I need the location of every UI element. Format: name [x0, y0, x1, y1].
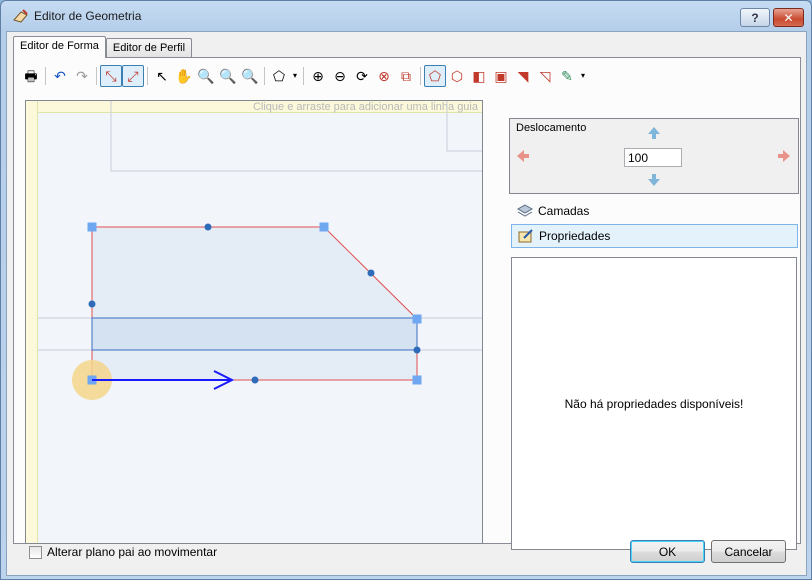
fillet-icon[interactable]: ◹ [534, 65, 556, 87]
properties-area: Não há propriedades disponíveis! [511, 257, 797, 550]
vertex-handle[interactable] [319, 222, 329, 232]
dropdown-arrow-icon[interactable]: ▾ [578, 65, 588, 87]
midpoint-node[interactable] [251, 376, 259, 384]
zoom-fit-icon[interactable]: 🔍 [239, 65, 261, 87]
ok-button[interactable]: OK [630, 540, 705, 563]
properties-panel-header[interactable]: Propriedades [511, 224, 798, 248]
midpoint-node[interactable] [204, 223, 212, 231]
shape-editor-panel: 🖶 ↶ ↷ ⤡ ⤢ ↖ ✋ 🔍 🔍 🔍 ⬠ ▾ ⊕ ⊖ ⟳ ⊗ ⧉ ⬠ ⬡ ◧ ▣ ◥ ◹ ✎ ▾ Clique e arras… [13, 57, 801, 550]
move-parent-plane-label: Alterar plano pai ao movimentar [47, 545, 218, 559]
select-edit-icon[interactable]: ⤡ [100, 65, 122, 87]
properties-icon [518, 229, 533, 243]
flip-icon[interactable]: ◧ [468, 65, 490, 87]
curve-icon[interactable]: ⬡ [446, 65, 468, 87]
print-icon[interactable]: 🖶 [20, 65, 42, 87]
snap-icon[interactable]: ⤢ [122, 65, 144, 87]
geometry-shape [91, 226, 418, 381]
shift-right-arrow-icon[interactable] [777, 149, 791, 163]
toolbar-separator [147, 67, 148, 85]
shift-panel: Deslocamento [509, 118, 799, 194]
zoom-out-icon[interactable]: 🔍 [217, 65, 239, 87]
remove-point-icon[interactable]: ⊖ [329, 65, 351, 87]
shift-value-input[interactable] [624, 148, 682, 167]
shift-up-arrow-icon[interactable] [647, 126, 661, 140]
geometry-editor-icon [13, 9, 28, 23]
drawing-canvas[interactable]: Clique e arraste para adicionar uma linh… [25, 100, 483, 544]
midpoint-node[interactable] [88, 300, 96, 308]
window-title: Editor de Geometria [34, 9, 142, 23]
vertex-handle[interactable] [412, 375, 422, 385]
rectangle-icon[interactable]: ▣ [490, 65, 512, 87]
midpoint-node[interactable] [367, 269, 375, 277]
help-button[interactable]: ? [740, 8, 770, 27]
layers-panel-header[interactable]: Camadas [511, 199, 798, 223]
layers-icon [517, 204, 533, 217]
shift-left-arrow-icon[interactable] [516, 149, 530, 163]
cancel-button[interactable]: Cancelar [711, 540, 786, 563]
move-parent-plane-option[interactable]: Alterar plano pai ao movimentar [29, 545, 217, 559]
toolbar-separator [264, 67, 265, 85]
chamfer-icon[interactable]: ◥ [512, 65, 534, 87]
workspace-outline-right [446, 101, 482, 152]
toolbar-separator [45, 67, 46, 85]
toolbar-separator [420, 67, 421, 85]
toolbar-separator [96, 67, 97, 85]
dropdown-arrow-icon[interactable]: ▾ [290, 65, 300, 87]
tab-strip: Editor de Forma Editor de Perfil [13, 36, 193, 58]
polygon-icon[interactable]: ⬠ [424, 65, 446, 87]
vertex-handle[interactable] [87, 222, 97, 232]
no-properties-message: Não há propriedades disponíveis! [564, 396, 744, 411]
dxf-import-icon[interactable]: ✎ [556, 65, 578, 87]
pan-hand-icon[interactable]: ✋ [173, 65, 195, 87]
shift-down-arrow-icon[interactable] [647, 173, 661, 187]
toolbar: 🖶 ↶ ↷ ⤡ ⤢ ↖ ✋ 🔍 🔍 🔍 ⬠ ▾ ⊕ ⊖ ⟳ ⊗ ⧉ ⬠ ⬡ ◧ ▣ ◥ ◹ ✎ ▾ [20, 64, 588, 88]
delete-shape-icon[interactable]: ⊗ [373, 65, 395, 87]
shape-band [91, 317, 418, 351]
redo-icon[interactable]: ↷ [71, 65, 93, 87]
vertex-handle[interactable] [412, 314, 422, 324]
undo-icon[interactable]: ↶ [49, 65, 71, 87]
dialog-window: Editor de Geometria ? ✕ Editor de Forma … [0, 0, 812, 580]
midpoint-node[interactable] [413, 346, 421, 354]
shape-dropdown-icon[interactable]: ⬠ [268, 65, 290, 87]
zoom-icon[interactable]: 🔍 [195, 65, 217, 87]
move-parent-plane-checkbox[interactable] [29, 545, 42, 559]
title-bar[interactable]: Editor de Geometria ? ✕ [1, 1, 811, 31]
shift-title: Deslocamento [516, 122, 587, 134]
properties-label: Propriedades [539, 229, 611, 243]
rotate-icon[interactable]: ⟳ [351, 65, 373, 87]
layers-label: Camadas [538, 204, 590, 218]
tab-shape-editor[interactable]: Editor de Forma [13, 36, 106, 58]
add-point-icon[interactable]: ⊕ [307, 65, 329, 87]
pointer-icon[interactable]: ↖ [151, 65, 173, 87]
close-button[interactable]: ✕ [773, 8, 804, 27]
dialog-client: Editor de Forma Editor de Perfil 🖶 ↶ ↷ ⤡ ⤢ ↖ ✋… [6, 31, 807, 576]
toolbar-separator [303, 67, 304, 85]
workspace-outline [110, 101, 482, 172]
canvas-drawing [38, 101, 482, 400]
tab-profile-editor[interactable]: Editor de Perfil [105, 38, 193, 58]
copy-icon[interactable]: ⧉ [395, 65, 417, 87]
